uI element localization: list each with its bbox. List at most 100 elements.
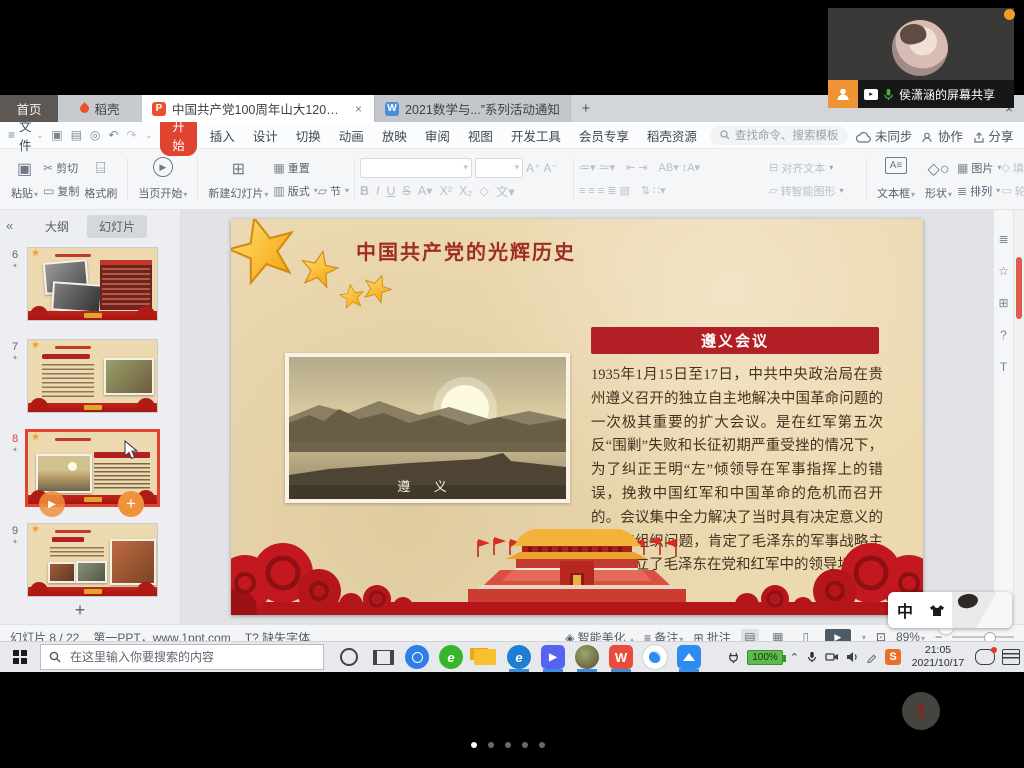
dot[interactable] xyxy=(539,742,545,748)
tab-slides[interactable]: 幻灯片 xyxy=(87,215,147,238)
meeting-chat-icon[interactable] xyxy=(975,649,995,665)
scrollbar-thumb[interactable] xyxy=(1016,257,1022,319)
battery-indicator[interactable]: 100% xyxy=(747,650,783,665)
meeting-float-button[interactable] xyxy=(1004,9,1015,20)
command-search-box[interactable]: 查找命令、搜索模板 xyxy=(710,126,849,145)
paste-button[interactable]: ▣ 粘贴▾ xyxy=(6,156,43,202)
cortana-button[interactable] xyxy=(332,642,366,672)
italic-button[interactable]: I xyxy=(376,184,379,198)
action-center-icon[interactable] xyxy=(1002,649,1020,665)
start-button[interactable] xyxy=(0,642,40,672)
cut-button[interactable]: ✂剪切 xyxy=(43,158,79,177)
menu-membership[interactable]: 会员专享 xyxy=(574,126,634,145)
slide-6-thumbnail[interactable]: ★ xyxy=(27,247,158,321)
increase-indent-icon[interactable]: ⇥ xyxy=(638,161,647,174)
superscript-button[interactable]: X² xyxy=(440,184,453,198)
column-icon[interactable]: ∷▾ xyxy=(653,184,666,197)
taskbar-search-input[interactable] xyxy=(68,649,282,665)
underline-button[interactable]: U xyxy=(387,184,396,198)
tab-document-2[interactable]: W 2021数学与...”系列活动通知 xyxy=(375,95,571,122)
docer-material-icon[interactable]: ☆ xyxy=(998,264,1009,278)
ime-skin-button[interactable] xyxy=(922,604,952,617)
menu-docer-resources[interactable]: 稻壳资源 xyxy=(642,126,702,145)
reset-button[interactable]: ▦重置 xyxy=(273,158,317,177)
change-case-button[interactable]: AB▾ xyxy=(659,161,679,174)
increase-font-icon[interactable]: A⁺ xyxy=(526,161,540,175)
text-tool-icon[interactable]: T xyxy=(1000,360,1007,374)
arrange-button[interactable]: ≣排列▾ xyxy=(957,181,1001,200)
share-button[interactable]: 分享 xyxy=(973,126,1014,145)
bold-button[interactable]: B xyxy=(360,184,369,198)
slide-7-thumbnail[interactable]: ★ xyxy=(27,339,158,413)
taskbar-app-wps[interactable]: W xyxy=(604,642,638,672)
layout-tool-icon[interactable]: ⊞ xyxy=(998,296,1008,310)
decrease-font-icon[interactable]: A⁻ xyxy=(543,161,557,175)
decrease-indent-icon[interactable]: ⇤ xyxy=(626,161,635,174)
bullet-list-icon[interactable]: ≔▾ xyxy=(579,161,596,174)
textbox-button[interactable]: A≡ 文本框▾ xyxy=(872,156,920,202)
taskbar-search[interactable] xyxy=(40,644,324,670)
align-left-icon[interactable]: ≡ xyxy=(579,185,585,197)
dot[interactable] xyxy=(488,742,494,748)
font-size-select[interactable]: ▾ xyxy=(475,158,523,178)
dot[interactable] xyxy=(505,742,511,748)
taskbar-app-meeting[interactable] xyxy=(672,642,706,672)
taskbar-app-ie[interactable]: e xyxy=(434,642,468,672)
menu-insert[interactable]: 插入 xyxy=(205,126,240,145)
ime-toolbar[interactable]: 中 xyxy=(888,592,1012,628)
clear-format-icon[interactable]: ◇ xyxy=(479,183,489,198)
text-tools-icon[interactable]: 文▾ xyxy=(496,181,515,200)
menu-view[interactable]: 视图 xyxy=(463,126,498,145)
tray-camera-icon[interactable] xyxy=(825,651,839,663)
quick-add-slide-button[interactable]: + xyxy=(118,491,144,517)
zunyi-sunset-photo[interactable]: 遵 义 xyxy=(285,353,570,503)
sync-status[interactable]: 未同步 xyxy=(856,126,912,145)
font-family-select[interactable]: ▾ xyxy=(360,158,472,178)
current-slide[interactable]: 中国共产党的光辉历史 遵 义 遵义会议 1935年1月15日至17日，中共中央政… xyxy=(231,219,923,615)
subscript-button[interactable]: X₂ xyxy=(459,184,472,198)
print-icon[interactable]: ▤ xyxy=(71,128,82,142)
dot[interactable] xyxy=(522,742,528,748)
menu-animation[interactable]: 动画 xyxy=(334,126,369,145)
layout-button[interactable]: ▥版式▾ xyxy=(273,181,317,200)
menu-devtools[interactable]: 开发工具 xyxy=(506,126,566,145)
help-icon[interactable]: ? xyxy=(1000,328,1007,342)
tray-pen-icon[interactable] xyxy=(866,651,878,663)
preview-icon[interactable]: ◎ xyxy=(90,128,100,142)
taskbar-app-photo[interactable] xyxy=(570,642,604,672)
picture-button[interactable]: ▦图片▾ xyxy=(957,158,1001,177)
sogou-input-icon[interactable]: S xyxy=(885,649,901,665)
tray-expand-icon[interactable]: ⌃ xyxy=(790,651,799,664)
taskbar-app-edge[interactable]: e xyxy=(502,642,536,672)
meeting-presenter-overlay[interactable]: ▸ 侯潇涵的屏幕共享 xyxy=(828,8,1014,108)
tab-docer[interactable]: 稻壳 xyxy=(58,95,142,122)
menu-review[interactable]: 审阅 xyxy=(420,126,455,145)
slide-canvas[interactable]: 中国共产党的光辉历史 遵 义 遵义会议 1935年1月15日至17日，中共中央政… xyxy=(181,210,993,624)
redo-icon[interactable]: ↷ xyxy=(126,128,136,142)
line-spacing-icon[interactable]: ↕A▾ xyxy=(682,161,700,174)
menu-transition[interactable]: 切换 xyxy=(291,126,326,145)
copy-button[interactable]: ▭复制 xyxy=(43,181,79,200)
save-icon[interactable]: ▣ xyxy=(51,128,62,142)
new-tab-button[interactable]: + xyxy=(571,95,601,122)
menu-slideshow[interactable]: 放映 xyxy=(377,126,412,145)
zoom-slider[interactable] xyxy=(952,636,1014,638)
section-button[interactable]: ▱节▾ xyxy=(318,181,349,200)
taskbar-app-qq-browser[interactable] xyxy=(638,642,672,672)
slide-section-banner[interactable]: 遵义会议 xyxy=(591,327,879,354)
taskbar-app-classroom[interactable]: ▶ xyxy=(536,642,570,672)
distribute-icon[interactable]: ▤ xyxy=(619,184,629,197)
numbered-list-icon[interactable]: ≕▾ xyxy=(599,161,616,174)
format-painter-button[interactable]: ⌸ 格式刷 xyxy=(79,156,122,202)
shapes-button[interactable]: ◇○ 形状▾ xyxy=(920,156,957,202)
slide-9-thumbnail[interactable]: ★ xyxy=(27,523,158,597)
add-slide-button[interactable]: + xyxy=(0,600,160,621)
new-slide-button[interactable]: ⊞ 新建幻灯片▾ xyxy=(203,156,273,202)
canvas-scrollbar[interactable] xyxy=(1013,210,1024,624)
justify-icon[interactable]: ≣ xyxy=(607,184,616,197)
undo-icon[interactable]: ↶ xyxy=(108,128,118,142)
panel-toggle-icon[interactable]: ≣ xyxy=(998,232,1008,246)
tab-document-active[interactable]: P 中国共产党100周年山大120周年 × xyxy=(142,95,375,122)
slide-title[interactable]: 中国共产党的光辉历史 xyxy=(331,236,601,265)
tab-outline[interactable]: 大纲 xyxy=(33,215,81,238)
